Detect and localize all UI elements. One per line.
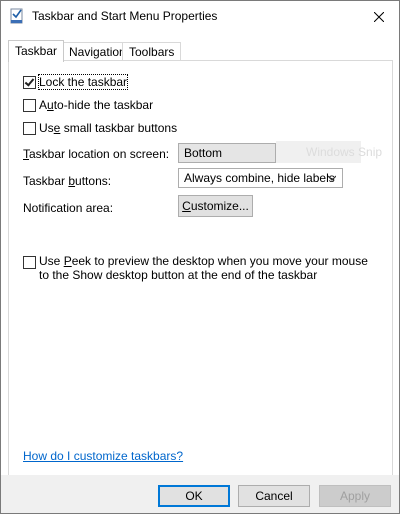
tab-taskbar[interactable]: Taskbar xyxy=(8,40,65,62)
ok-button[interactable]: OK xyxy=(158,485,230,507)
small-buttons-label: Use small taskbar buttons xyxy=(39,121,178,135)
taskbar-buttons-label: Taskbar buttons: xyxy=(23,174,112,188)
title-bar[interactable]: Taskbar and Start Menu Properties xyxy=(1,1,399,32)
small-buttons-option[interactable]: Use small taskbar buttons xyxy=(23,120,177,136)
customize-button[interactable]: Customize... xyxy=(178,195,253,217)
auto-hide-checkbox[interactable] xyxy=(23,98,36,112)
lock-taskbar-label: Lock the taskbar xyxy=(37,74,129,90)
lock-taskbar-option[interactable]: Lock the taskbar xyxy=(23,74,129,90)
window-title: Taskbar and Start Menu Properties xyxy=(32,9,218,23)
location-label: Taskbar location on screen: xyxy=(23,147,170,161)
peek-label: Use Peek to preview the desktop when you… xyxy=(39,254,368,282)
location-select[interactable]: Bottom xyxy=(178,143,276,163)
taskbar-buttons-select[interactable]: Always combine, hide labels xyxy=(178,168,343,188)
auto-hide-option[interactable]: Auto-hide the taskbar xyxy=(23,97,153,113)
peek-option[interactable]: Use Peek to preview the desktop when you… xyxy=(23,254,373,282)
auto-hide-label: Auto-hide the taskbar xyxy=(39,98,154,112)
taskbar-buttons-value: Always combine, hide labels xyxy=(184,171,335,185)
location-value: Bottom xyxy=(184,146,223,160)
chevron-down-icon xyxy=(328,175,336,181)
cancel-button[interactable]: Cancel xyxy=(238,485,310,507)
taskbar-properties-icon xyxy=(9,8,25,24)
tab-toolbars[interactable]: Toolbars xyxy=(122,42,182,61)
close-icon xyxy=(374,11,384,22)
peek-checkbox[interactable] xyxy=(23,256,36,269)
lock-taskbar-checkbox[interactable] xyxy=(23,75,36,89)
small-buttons-checkbox[interactable] xyxy=(23,121,36,135)
notification-area-label: Notification area: xyxy=(23,201,114,215)
apply-button[interactable]: Apply xyxy=(319,485,391,507)
snip-watermark: Windows Snip xyxy=(276,141,382,163)
help-link[interactable]: How do I customize taskbars? xyxy=(23,449,183,463)
close-button[interactable] xyxy=(359,1,399,32)
dialog-window: Taskbar and Start Menu Properties Taskba… xyxy=(0,0,400,514)
